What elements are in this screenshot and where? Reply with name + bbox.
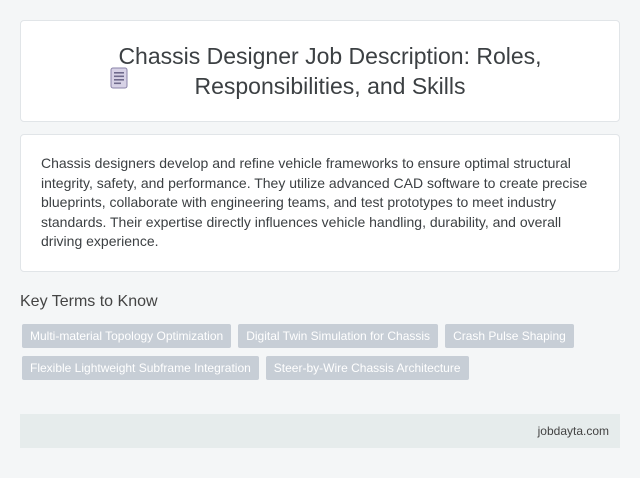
title-card: Chassis Designer Job Description: Roles,… xyxy=(20,20,620,122)
page-title: Chassis Designer Job Description: Roles,… xyxy=(118,43,542,99)
tag-topology-optimization[interactable]: Multi-material Topology Optimization xyxy=(22,324,232,348)
description-text: Chassis designers develop and refine veh… xyxy=(41,155,588,250)
tag-subframe-integration[interactable]: Flexible Lightweight Subframe Integratio… xyxy=(22,356,259,380)
footer: jobdayta.com xyxy=(20,414,620,448)
tag-digital-twin[interactable]: Digital Twin Simulation for Chassis xyxy=(238,324,439,348)
tag-row: Multi-material Topology Optimization Dig… xyxy=(22,324,602,348)
title-wrap: Chassis Designer Job Description: Roles,… xyxy=(50,41,590,101)
tag-row: Flexible Lightweight Subframe Integratio… xyxy=(22,356,602,380)
footer-site-link[interactable]: jobdayta.com xyxy=(538,424,609,438)
key-terms-heading: Key Terms to Know xyxy=(20,293,158,310)
document-icon xyxy=(110,67,128,89)
tag-steer-by-wire[interactable]: Steer-by-Wire Chassis Architecture xyxy=(265,356,469,380)
key-terms-tags: Multi-material Topology Optimization Dig… xyxy=(22,324,602,388)
tag-crash-pulse[interactable]: Crash Pulse Shaping xyxy=(445,324,574,348)
page: Chassis Designer Job Description: Roles,… xyxy=(0,0,640,478)
description-card: Chassis designers develop and refine veh… xyxy=(20,134,620,272)
